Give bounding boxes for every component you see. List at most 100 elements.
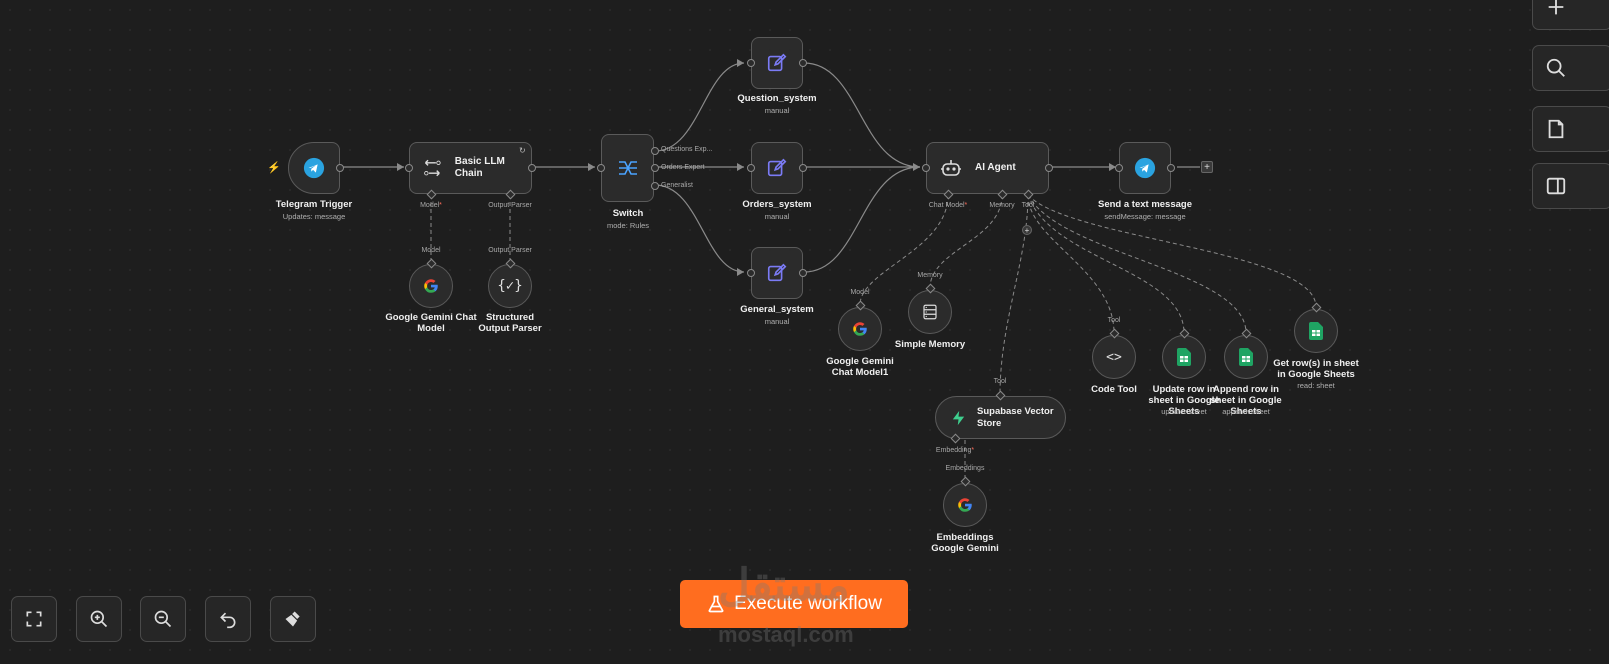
braces-icon: {✓} (497, 278, 523, 294)
port-label-tool: Tool (993, 378, 1007, 385)
add-node-button[interactable]: + (1201, 161, 1213, 173)
port-label-embedding: Embedding* (935, 447, 975, 454)
input-port[interactable] (922, 164, 930, 172)
tidy-up-button[interactable] (270, 596, 316, 642)
input-port[interactable] (1115, 164, 1123, 172)
telegram-icon (303, 157, 325, 179)
node-send-text-message[interactable] (1119, 142, 1171, 194)
switch-icon (618, 161, 637, 175)
node-embeddings-google-gemini[interactable] (943, 483, 987, 527)
node-title: Telegram Trigger (275, 199, 353, 210)
node-subtitle: manual (764, 212, 790, 221)
node-title: Get row(s) in sheet in Google Sheets (1273, 358, 1359, 380)
node-telegram-trigger[interactable] (288, 142, 340, 194)
google-icon (853, 322, 867, 336)
port-label-model: Model* (420, 202, 442, 209)
node-title: Simple Memory (894, 339, 966, 350)
node-structured-output-parser[interactable]: {✓} (488, 264, 532, 308)
add-node-panel-button[interactable] (1532, 0, 1609, 30)
port-label-model: Model (421, 247, 441, 254)
search-button[interactable] (1532, 45, 1609, 91)
node-code-tool[interactable]: <> (1092, 335, 1136, 379)
watermark-arabic: مستقل (718, 561, 850, 610)
port-label-model: Model (850, 289, 870, 296)
node-subtitle: sendMessage: message (1104, 212, 1186, 221)
broom-icon (285, 611, 300, 627)
node-basic-llm-chain[interactable]: Basic LLM Chain (409, 142, 532, 194)
node-title: Google Gemini Chat Model (385, 312, 477, 334)
output-port[interactable] (799, 164, 807, 172)
telegram-icon (1134, 157, 1156, 179)
node-ai-agent[interactable]: AI Agent (926, 142, 1049, 194)
node-title: General_system (740, 304, 814, 315)
output-port-questions[interactable] (651, 147, 659, 155)
input-port[interactable] (597, 164, 605, 172)
port-label-chat-model: Chat Model* (928, 202, 968, 209)
sticky-note-button[interactable] (1532, 106, 1609, 152)
panel-icon (1546, 177, 1566, 195)
port-label-output-parser: Output Parser (488, 202, 532, 209)
add-tool-button[interactable]: + (1022, 225, 1032, 235)
node-title: Structured Output Parser (478, 312, 542, 334)
node-append-row-google-sheets[interactable] (1224, 335, 1268, 379)
switch-output-label: Questions Exp... (661, 146, 713, 153)
node-google-gemini-chat-model[interactable] (409, 264, 453, 308)
sheets-icon (1239, 348, 1253, 366)
zoom-out-button[interactable] (140, 596, 186, 642)
switch-output-label: Orders Expert (661, 164, 705, 171)
output-port[interactable] (1045, 164, 1053, 172)
node-update-row-google-sheets[interactable] (1162, 335, 1206, 379)
edit-icon (767, 263, 787, 282)
input-port[interactable] (405, 164, 413, 172)
sheets-icon (1177, 348, 1191, 366)
plus-icon (1548, 0, 1564, 15)
node-title: Code Tool (1091, 384, 1137, 395)
node-title: Send a text message (1098, 199, 1192, 210)
fit-view-button[interactable] (11, 596, 57, 642)
node-simple-memory[interactable] (908, 290, 952, 334)
output-port[interactable] (799, 269, 807, 277)
node-subtitle: mode: Rules (606, 221, 650, 230)
node-title: Orders_system (742, 199, 812, 210)
refresh-icon: ↻ (519, 146, 526, 155)
node-title: Switch (612, 208, 644, 219)
node-orders-system[interactable] (751, 142, 803, 194)
input-port[interactable] (747, 164, 755, 172)
input-port[interactable] (747, 269, 755, 277)
input-port[interactable] (747, 59, 755, 67)
node-subtitle: Updates: message (282, 212, 346, 221)
database-icon (923, 304, 937, 320)
node-title: Basic LLM Chain (454, 156, 505, 179)
port-label-tool: Tool (1021, 202, 1035, 209)
node-title: Embeddings Google Gemini (931, 532, 999, 554)
node-general-system[interactable] (751, 247, 803, 299)
trigger-bolt-icon: ⚡ (267, 162, 281, 174)
toggle-panel-button[interactable] (1532, 163, 1609, 209)
output-port[interactable] (528, 164, 536, 172)
node-get-rows-google-sheets[interactable] (1294, 309, 1338, 353)
node-google-gemini-chat-model1[interactable] (838, 307, 882, 351)
sheets-icon (1309, 322, 1323, 340)
output-port[interactable] (799, 59, 807, 67)
zoom-out-icon (154, 610, 172, 628)
output-port-generalist[interactable] (651, 182, 659, 190)
output-port-orders[interactable] (651, 164, 659, 172)
node-question-system[interactable] (751, 37, 803, 89)
watermark-latin: mostaql.com (718, 622, 854, 647)
edit-icon (767, 158, 787, 177)
port-label-output-parser: Output Parser (488, 247, 532, 254)
undo-button[interactable] (205, 596, 251, 642)
supabase-icon (952, 410, 965, 425)
robot-icon (941, 160, 961, 176)
node-subtitle: update: sheet (1161, 407, 1207, 416)
zoom-in-button[interactable] (76, 596, 122, 642)
google-icon (958, 498, 972, 512)
switch-output-label: Generalist (661, 182, 693, 189)
port-label-memory: Memory (989, 202, 1015, 209)
node-switch[interactable] (601, 134, 654, 202)
output-port[interactable] (336, 164, 344, 172)
sticky-note-icon (1548, 119, 1564, 139)
output-port[interactable] (1167, 164, 1175, 172)
node-subtitle: manual (764, 106, 790, 115)
undo-icon (220, 612, 236, 629)
